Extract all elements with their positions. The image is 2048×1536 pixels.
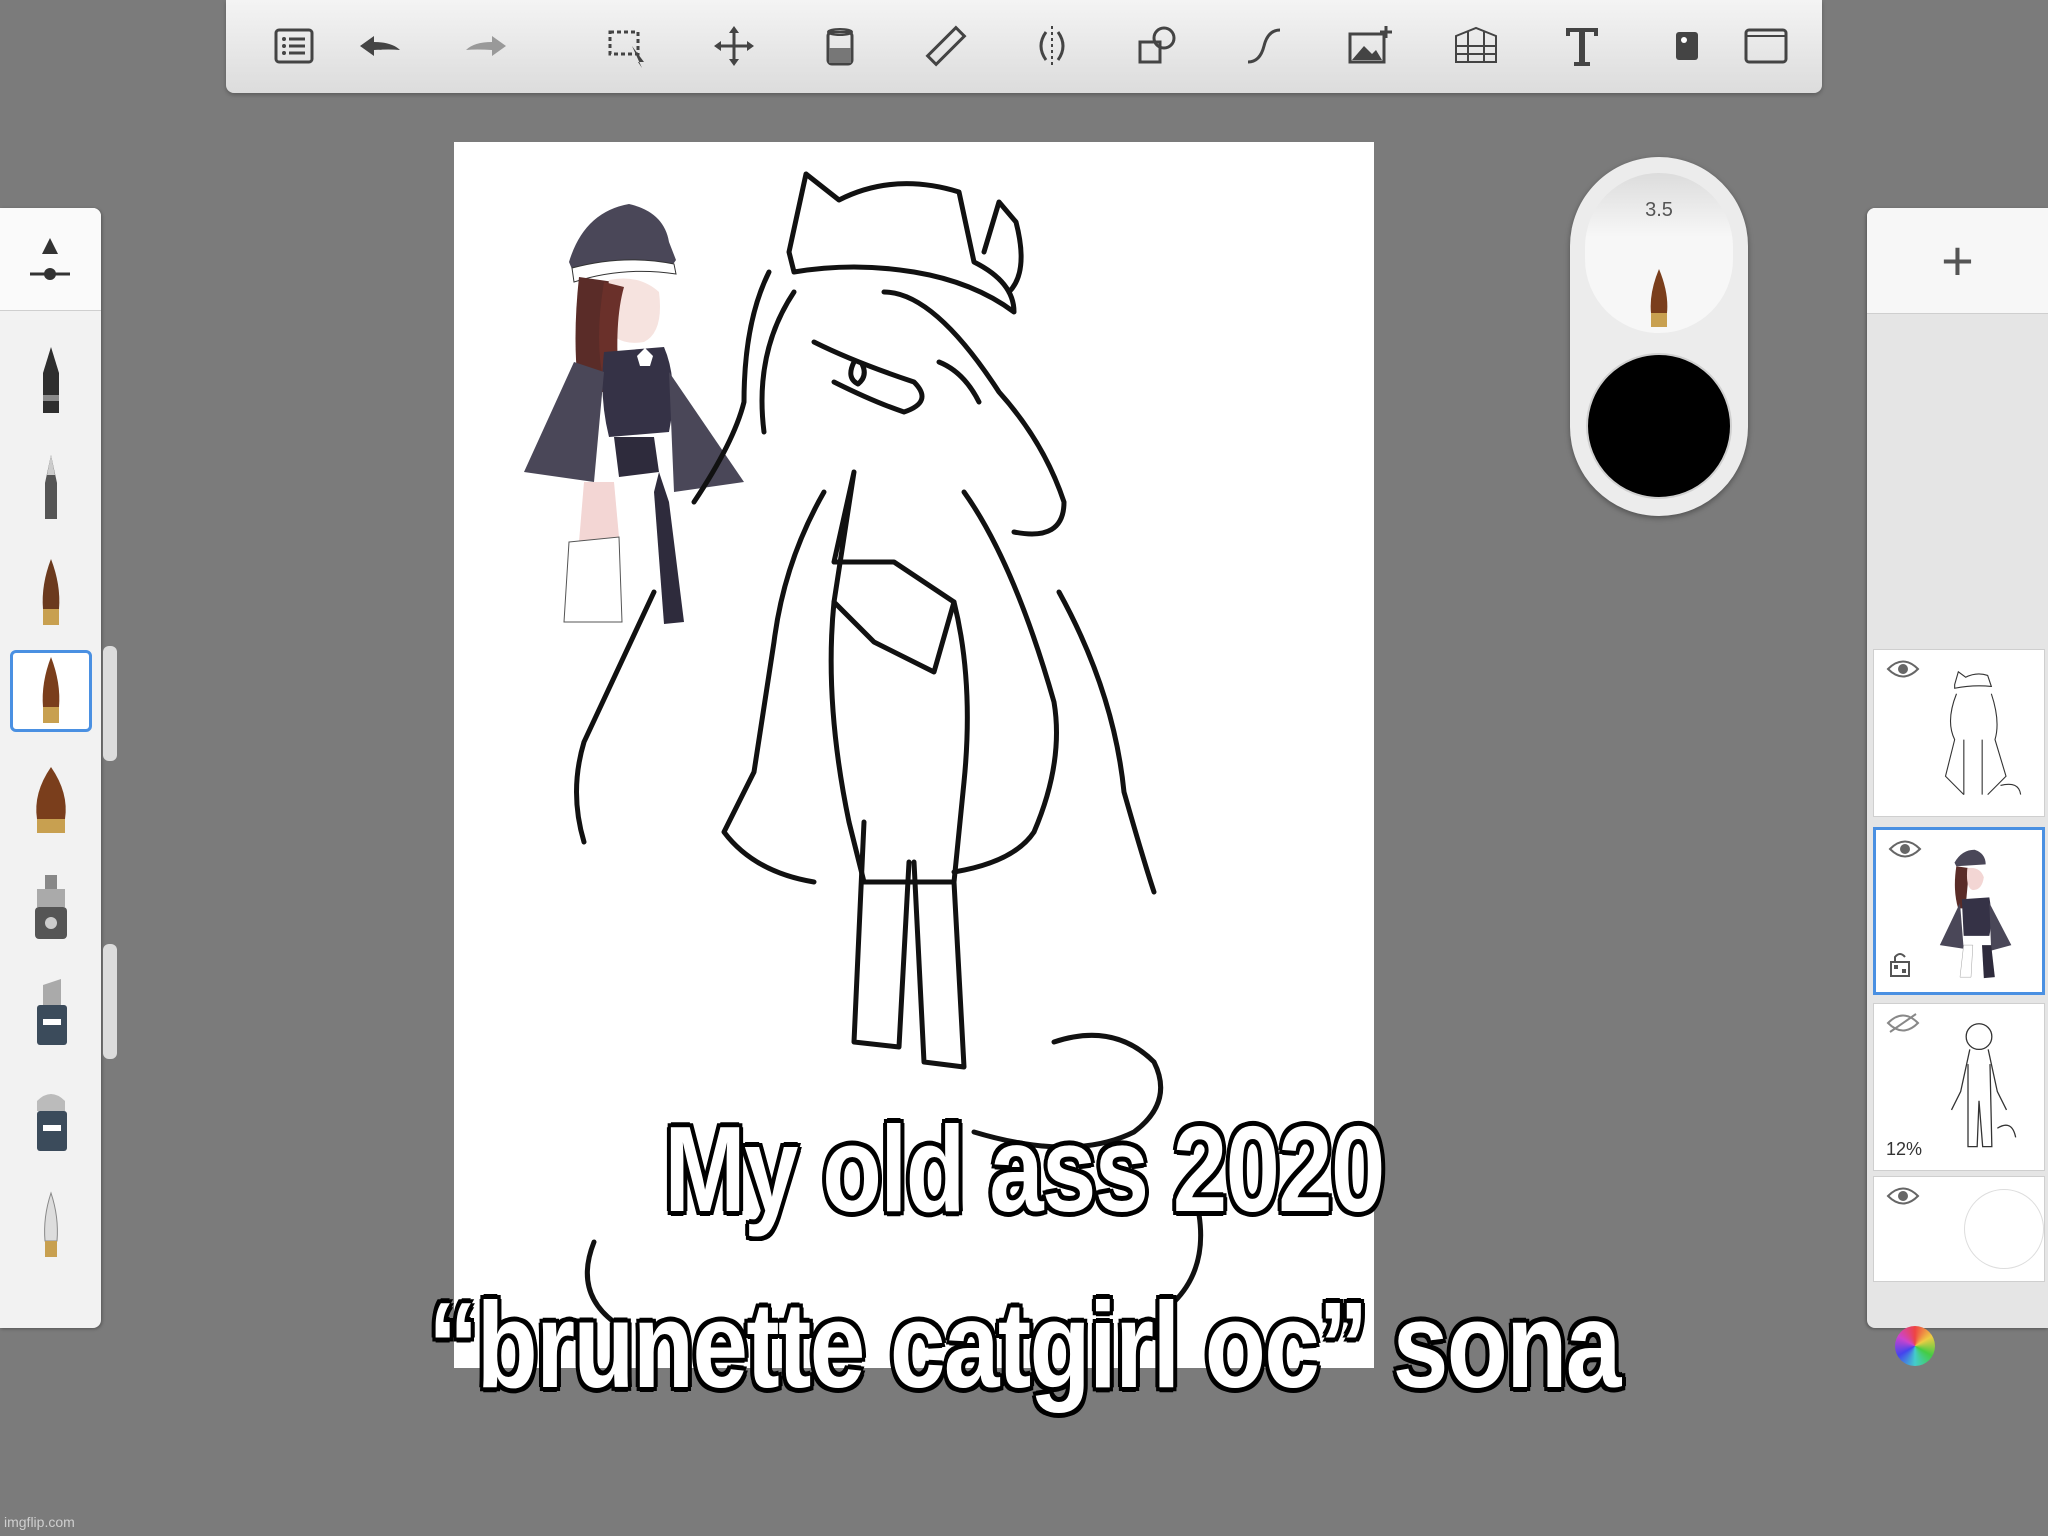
layers-panel-header: + <box>1867 208 2048 314</box>
layer-base-figure[interactable]: 12% <box>1873 1003 2045 1171</box>
add-layer-icon[interactable]: + <box>1941 232 1974 289</box>
transform-icon[interactable] <box>706 18 762 74</box>
selection-icon[interactable] <box>600 18 656 74</box>
scroll-handle-upper[interactable] <box>103 646 117 761</box>
background-color-swatch[interactable] <box>1964 1189 2044 1269</box>
stroke-icon[interactable] <box>1236 18 1292 74</box>
layer-thumbnail <box>1944 670 2022 795</box>
shapes-icon[interactable] <box>1130 18 1186 74</box>
flipbook-icon[interactable] <box>1660 18 1716 74</box>
paint-brush[interactable] <box>10 760 92 842</box>
brush-size-well[interactable]: 3.5 <box>1585 173 1733 333</box>
layer-opacity-label: 12% <box>1886 1139 1923 1159</box>
undo-icon[interactable] <box>352 18 408 74</box>
caption-line-1: My old ass 2020 <box>664 1101 1385 1237</box>
redo-icon[interactable] <box>458 18 514 74</box>
smudge-brush[interactable] <box>10 1184 92 1266</box>
color-wheel-icon[interactable] <box>1895 1326 1935 1366</box>
layer-thumbnail <box>1950 1023 2017 1148</box>
caption-line-2: “brunette catgirl oc” sona <box>428 1277 1621 1413</box>
wide-marker-brush[interactable] <box>10 1078 92 1160</box>
symmetry-icon[interactable] <box>1024 18 1080 74</box>
canvas-icon[interactable] <box>1738 18 1794 74</box>
text-icon[interactable] <box>1554 18 1610 74</box>
ink-brush[interactable] <box>10 552 92 634</box>
eye-icon[interactable] <box>1886 658 1920 680</box>
brush-panel-header[interactable] <box>0 208 101 311</box>
fine-pen-brush[interactable] <box>10 446 92 528</box>
layer-lineart[interactable] <box>1873 649 2045 817</box>
current-color-swatch[interactable] <box>1586 353 1732 499</box>
airbrush[interactable] <box>10 866 92 948</box>
layer-thumbnail <box>1939 849 2012 979</box>
import-image-icon[interactable] <box>1342 18 1398 74</box>
ink-brush-selected[interactable] <box>10 650 92 732</box>
brush-size-value: 3.5 <box>1645 199 1673 221</box>
top-toolbar <box>226 0 1822 93</box>
ink-brush-icon <box>1650 269 1668 327</box>
brush-puck[interactable]: 3.5 <box>1570 157 1748 516</box>
ruler-icon[interactable] <box>918 18 974 74</box>
eye-hidden-icon[interactable] <box>1886 1012 1920 1034</box>
perspective-icon[interactable] <box>1448 18 1504 74</box>
scroll-handle-lower[interactable] <box>103 944 117 1059</box>
watermark: imgflip.com <box>4 1514 75 1530</box>
alpha-lock-icon[interactable] <box>1888 950 1912 978</box>
layer-colored-sketch[interactable] <box>1873 827 2045 995</box>
layer-background[interactable] <box>1873 1176 2045 1282</box>
colored-character-sketch <box>524 204 744 624</box>
fill-icon[interactable] <box>812 18 868 74</box>
layers-panel: + 12% <box>1867 208 2048 1328</box>
brush-properties-icon[interactable] <box>0 208 100 308</box>
marker-brush[interactable] <box>10 972 92 1054</box>
eye-icon[interactable] <box>1886 1185 1920 1207</box>
pencil-brush[interactable] <box>10 340 92 422</box>
list-icon[interactable] <box>266 18 322 74</box>
